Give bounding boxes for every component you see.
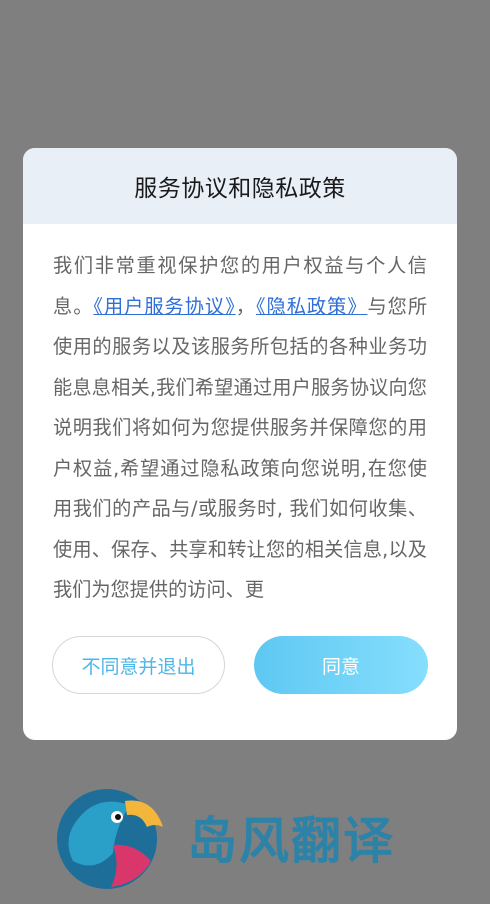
dialog-body-text[interactable]: 我们非常重视保护您的用户权益与个人信息。《用户服务协议》，《隐私政策》与您所使用… xyxy=(53,246,427,604)
body-separator: ， xyxy=(235,294,256,318)
brand-footer: 岛风翻译 xyxy=(55,783,435,893)
agree-button[interactable]: 同意 xyxy=(254,636,428,694)
dialog-title: 服务协议和隐私政策 xyxy=(134,176,346,202)
agreement-dialog: 服务协议和隐私政策 我们非常重视保护您的用户权益与个人信息。《用户服务协议》，《… xyxy=(23,148,457,740)
disagree-exit-button[interactable]: 不同意并退出 xyxy=(52,636,225,694)
body-rest: 与您所使用的服务以及该服务所包括的各种业务功能息息相关,我们希望通过用户服务协议… xyxy=(53,294,427,602)
privacy-policy-link[interactable]: 《隐私政策》 xyxy=(256,295,368,318)
user-agreement-link[interactable]: 《用户服务协议》 xyxy=(93,295,235,318)
parrot-logo-icon xyxy=(57,789,163,889)
brand-name: 岛风翻译 xyxy=(187,812,395,870)
dialog-header: 服务协议和隐私政策 xyxy=(23,148,457,224)
